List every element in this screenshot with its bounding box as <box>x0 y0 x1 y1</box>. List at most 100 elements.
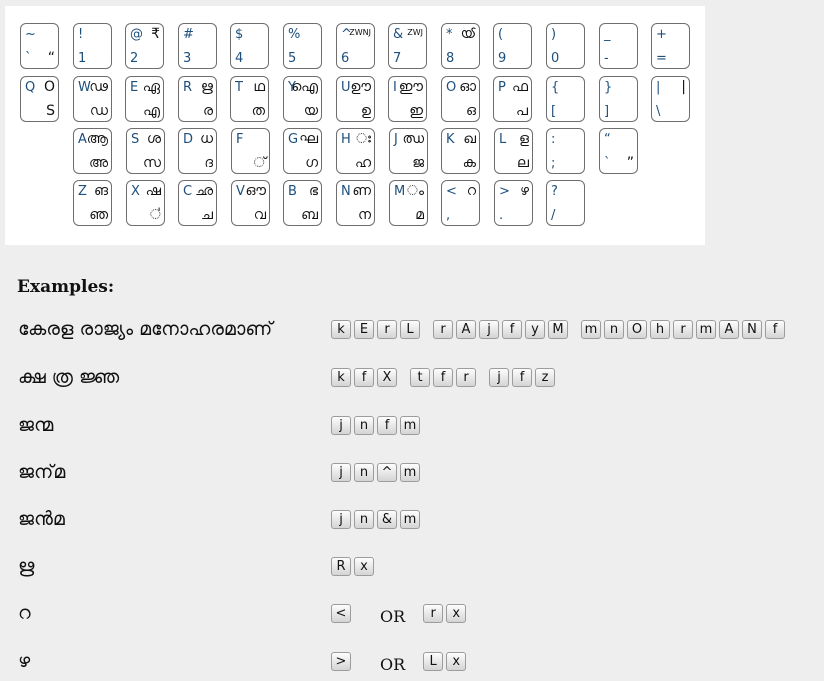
keycap: r <box>456 367 476 387</box>
key-0-1: ! 1 <box>73 23 112 69</box>
key-shift-glyph: ആ <box>86 131 108 147</box>
key-shift-glyph: ഃ <box>355 131 371 147</box>
key-base-char: 1 <box>78 51 87 66</box>
key-base-glyph: എ <box>143 103 160 119</box>
key-shift-char: K <box>446 132 455 147</box>
keycap: < <box>331 603 351 623</box>
key-shift-char: : <box>551 132 556 147</box>
key-base-char: = <box>656 51 667 66</box>
key-shift-char: ~ <box>25 27 36 42</box>
keycap: m <box>400 509 420 529</box>
key-shift-glyph: ണ <box>352 183 371 199</box>
key-shift-char: | <box>656 80 661 95</box>
key-shift-char: ! <box>78 27 84 42</box>
key-2-4: Gഘഗ <box>283 128 322 174</box>
example-word: ഴ <box>18 650 31 672</box>
key-0-0: ~ ` “ <box>20 23 59 69</box>
key-shift-glyph: ഭ <box>308 183 318 199</box>
key-shift-char: L <box>499 132 507 147</box>
example-keystrokes: Rx <box>331 555 387 577</box>
key-base-char: 6 <box>341 51 350 66</box>
keycap: m <box>400 462 420 482</box>
key-sequence: rAjfyM <box>433 319 571 339</box>
key-base-char: 5 <box>288 51 297 66</box>
key-sequence: tfr <box>410 367 479 387</box>
keycap: f <box>377 415 397 435</box>
key-shift-char: H <box>341 132 351 147</box>
key-sequence: rx <box>423 603 469 623</box>
key-base-glyph: പ <box>516 103 528 119</box>
key-1-1: Wഢഡ <box>73 76 112 122</box>
keycap: h <box>650 319 670 339</box>
example-keystrokes: j n ^ m <box>331 461 433 483</box>
key-base-glyph: ദ <box>204 155 213 171</box>
keycap: r <box>377 319 397 339</box>
key-1-9: Pഫപ <box>493 76 532 122</box>
key-shift-glyph: ഢ <box>89 79 108 95</box>
key-2-0: Aആഅ <box>73 128 112 174</box>
key-1-4: Tഥത <box>230 76 269 122</box>
keycap: j <box>479 319 499 339</box>
example-word: ജന്‍മ <box>18 508 65 530</box>
key-base-char: \ <box>656 104 661 119</box>
key-shift-char: B <box>288 184 297 199</box>
key-base-glyph: ഇ <box>409 103 423 119</box>
keycap: m <box>581 319 601 339</box>
key-shift-glyph: ഓ <box>459 79 476 95</box>
example-keystrokes: > OR Lx <box>331 650 479 674</box>
key-1-0: QOS <box>20 76 59 122</box>
key-shift-glyph: ഈ <box>398 79 423 95</box>
example-word: കേരള രാജ്യം മനോഹരമാണ് <box>18 318 273 340</box>
keycap: n <box>354 509 374 529</box>
keycap: O <box>627 319 647 339</box>
key-shift-char: @ <box>130 27 143 42</box>
key-base-char: 2 <box>130 51 139 66</box>
key-3-4: Bഭബ <box>283 180 322 226</box>
keycap: z <box>535 367 555 387</box>
keycap: j <box>331 415 351 435</box>
key-shift-glyph: ഥ <box>253 79 265 95</box>
key-base-char: 0 <box>551 51 560 66</box>
key-3-6: Mം മ <box>389 180 428 226</box>
key-shift-char: & <box>393 27 404 42</box>
key-3-3: Vഔവ <box>231 180 270 226</box>
key-shift-char: O <box>446 80 457 95</box>
key-0-12: + = <box>651 23 690 69</box>
keycap: R <box>331 556 351 576</box>
key-0-8: * 8 ൕ <box>441 23 480 69</box>
keycap: k <box>331 367 351 387</box>
key-1-7: Iഈഇ <box>388 76 427 122</box>
key-base-char: ` <box>25 51 32 66</box>
key-shift-glyph: ഴ <box>520 183 529 199</box>
key-shift-char: # <box>183 27 194 42</box>
key-2-1: Sശസ <box>126 128 165 174</box>
keycap: j <box>489 367 509 387</box>
key-2-7: Kഖക <box>441 128 480 174</box>
key-base-char: 9 <box>498 51 507 66</box>
key-0-6: ^ 6 ZWNJ <box>336 23 375 69</box>
key-shift-char: $ <box>235 27 244 42</box>
example-keystrokes: kErLrAjfyMmnOhrmANf <box>331 318 798 340</box>
key-shift-char: A <box>78 132 87 147</box>
key-2-10: “ ` ” <box>599 128 638 174</box>
example-word: ഋ <box>18 555 35 577</box>
key-shift-glyph: ഏ <box>142 79 160 95</box>
keycap: A <box>719 319 739 339</box>
key-0-2: @2 ₹ <box>125 23 164 69</box>
key-1-2: Eഏഎ <box>125 76 164 122</box>
key-3-1: X ഷ഻ <box>126 180 165 226</box>
key-2-5: Hഃ ഹ <box>336 128 375 174</box>
example-word: ക്ഷ ത്ര ജ്ഞ <box>18 366 120 388</box>
key-base-glyph: മ <box>415 207 424 223</box>
key-shift-glyph: ZWNJ <box>349 28 371 37</box>
key-shift-glyph: ഖ <box>463 131 476 147</box>
example-word: ജന്മ <box>18 414 54 436</box>
key-shift-glyph: ₹ <box>151 26 160 42</box>
key-base-glyph: അ <box>88 155 108 171</box>
key-base-glyph: ” <box>626 155 634 171</box>
key-base-glyph: ഹ <box>354 155 371 171</box>
key-shift-char: D <box>183 132 194 147</box>
key-base-char: 3 <box>183 51 192 66</box>
key-3-7: <, റ <box>441 180 480 226</box>
key-base-char: / <box>551 208 556 223</box>
